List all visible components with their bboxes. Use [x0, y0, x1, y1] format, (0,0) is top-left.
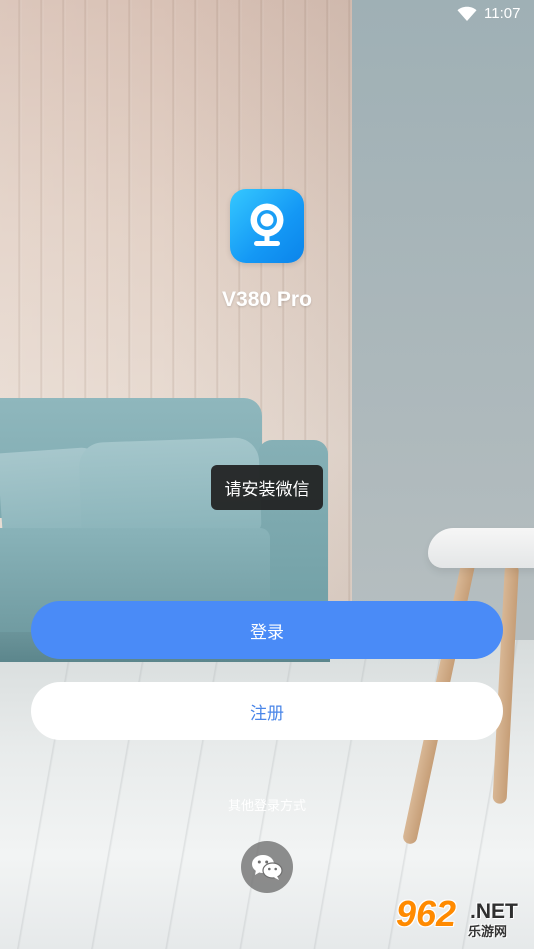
- register-button[interactable]: 注册: [31, 682, 503, 740]
- watermark-suffix: .NET: [470, 900, 518, 923]
- wechat-icon: [252, 855, 283, 880]
- toast-message: 请安装微信: [211, 465, 323, 510]
- other-login-label: 其他登录方式: [227, 799, 306, 814]
- app-name: V380 Pro: [222, 288, 312, 311]
- watermark-subtitle: 乐游网: [468, 925, 508, 940]
- status-time: 11:07: [484, 5, 521, 22]
- watermark: 962 .NET 乐游网: [396, 894, 534, 949]
- wechat-login-button[interactable]: [241, 841, 293, 893]
- wifi-icon: [457, 6, 477, 21]
- status-bar: 11:07: [0, 0, 534, 28]
- camera-icon: [250, 203, 284, 246]
- login-screen: 11:07 V380 Pro 请安装微信 登录 注册 其他登录方式 962 .N…: [0, 0, 534, 949]
- background-side-table: [428, 528, 534, 568]
- login-button[interactable]: 登录: [31, 601, 503, 659]
- watermark-brand: 962: [396, 893, 457, 934]
- app-logo: [230, 189, 304, 263]
